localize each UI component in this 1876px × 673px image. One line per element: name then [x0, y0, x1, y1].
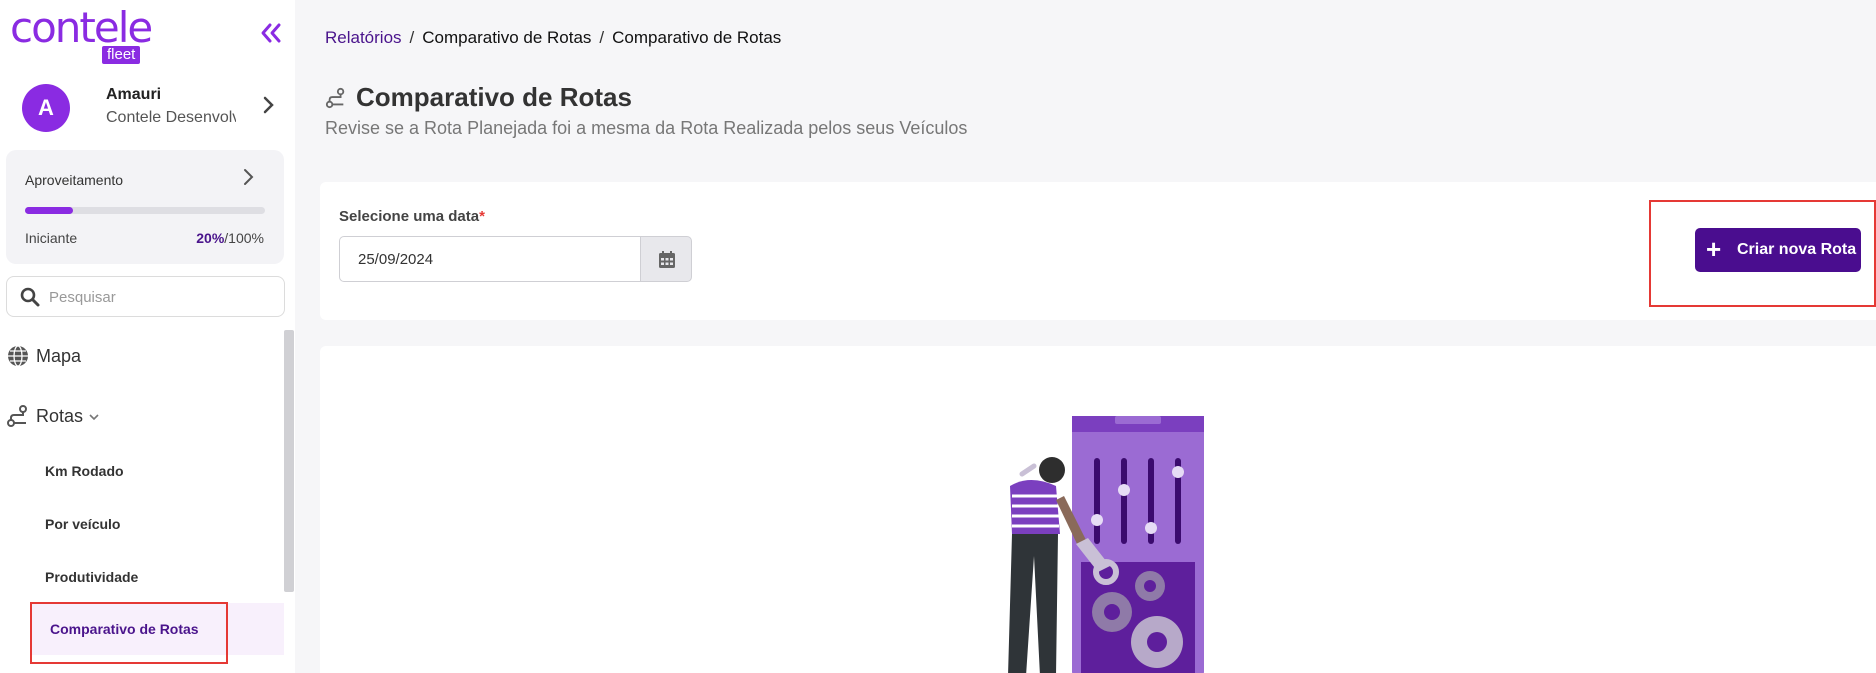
breadcrumb-item-current: Comparativo de Rotas [612, 28, 782, 47]
progress-bar [25, 207, 265, 214]
chevron-right-icon [262, 94, 276, 122]
sidebar-item-label: Rotas [36, 406, 84, 426]
user-company: Contele Desenvolvimento [106, 109, 236, 127]
avatar: A [22, 84, 70, 132]
create-new-route-button[interactable]: + Criar nova Rota [1695, 228, 1861, 272]
sidebar: contele fleet A Amauri Contele Desenvolv… [0, 0, 295, 673]
sidebar-item-mapa[interactable]: Mapa [6, 338, 276, 374]
sidebar-scrollbar[interactable] [284, 330, 294, 592]
required-mark: * [479, 208, 485, 225]
calendar-button[interactable] [640, 236, 692, 282]
logo[interactable]: contele fleet [10, 6, 160, 66]
collapse-sidebar-button[interactable] [258, 20, 284, 46]
progress-title: Aproveitamento [25, 172, 124, 188]
progress-percent-value: 20% [196, 230, 225, 246]
progress-level: Iniciante [25, 230, 78, 246]
breadcrumb-separator: / [599, 28, 605, 47]
user-name: Amauri [106, 86, 162, 103]
date-label-text: Selecione uma data [339, 208, 480, 225]
date-label: Selecione uma data* [339, 208, 485, 225]
page-subtitle: Revise se a Rota Planejada foi a mesma d… [325, 118, 968, 138]
filter-card: Selecione uma data* + Criar nova Rota [320, 182, 1876, 320]
search-box [6, 276, 285, 317]
chevron-down-icon [89, 414, 99, 421]
content-card [320, 346, 1876, 673]
user-company-text: Contele Desenvolvimento [106, 109, 236, 126]
logo-sub-text: fleet [102, 46, 141, 64]
sidebar-subitem-label: Comparativo de Rotas [50, 621, 199, 637]
progress-bar-fill [25, 207, 73, 214]
sidebar-item-label: Mapa [36, 346, 82, 366]
search-input[interactable] [49, 285, 274, 309]
route-icon [7, 405, 27, 427]
plus-icon: + [1706, 234, 1722, 264]
progress-card[interactable]: Aproveitamento Iniciante 20%/100% [6, 150, 284, 264]
sidebar-subitem-comparativo-de-rotas[interactable]: Comparativo de Rotas [30, 603, 284, 655]
sidebar-item-rotas[interactable]: Rotas [6, 398, 276, 434]
logo-main-text: contele [10, 3, 153, 52]
collapse-icon [261, 23, 281, 43]
user-profile[interactable]: A Amauri Contele Desenvolvimento [0, 80, 295, 136]
date-input[interactable] [339, 236, 640, 282]
progress-percent: 20%/100% [196, 230, 264, 246]
route-icon [325, 87, 345, 109]
empty-state-illustration [1008, 416, 1204, 673]
breadcrumb: Relatórios / Comparativo de Rotas / Comparat… [325, 28, 781, 48]
breadcrumb-item[interactable]: Comparativo de Rotas [422, 28, 591, 47]
globe-icon [8, 345, 28, 367]
create-new-route-label: Criar nova Rota [1737, 241, 1857, 258]
breadcrumb-item-relatorios[interactable]: Relatórios [325, 28, 402, 47]
page-title: Comparativo de Rotas [356, 82, 632, 112]
sidebar-subitem-produtividade[interactable]: Produtividade [45, 569, 138, 585]
chevron-right-icon [242, 166, 256, 194]
search-icon [20, 287, 40, 307]
sidebar-subitem-por-veiculo[interactable]: Por veículo [45, 516, 120, 532]
sidebar-subitem-km-rodado[interactable]: Km Rodado [45, 463, 124, 479]
calendar-icon [659, 251, 675, 268]
breadcrumb-separator: / [409, 28, 415, 47]
progress-percent-total: /100% [224, 230, 264, 246]
